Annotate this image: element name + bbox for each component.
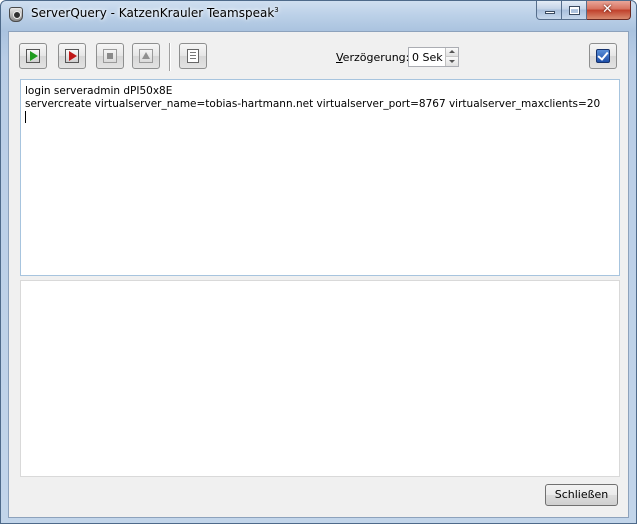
delay-value[interactable]: 0 Sek — [412, 51, 443, 64]
toolbar-separator — [169, 43, 171, 71]
eject-icon — [139, 49, 153, 63]
run-button[interactable] — [19, 43, 47, 69]
play-green-icon — [26, 49, 40, 63]
editor-line: login serveradmin dPI50x8E — [25, 85, 173, 97]
maximize-button[interactable] — [562, 1, 587, 20]
caption-buttons: ✕ — [536, 1, 631, 20]
close-button[interactable]: Schließen — [545, 484, 618, 506]
window-title-superscript: 3 — [274, 6, 279, 14]
spin-up-arrow-icon[interactable] — [445, 48, 458, 57]
delay-label-mnemonic: V — [336, 51, 343, 64]
confirm-button[interactable] — [589, 43, 617, 69]
play-red-icon — [65, 49, 79, 63]
log-button[interactable] — [179, 43, 207, 69]
output-panel[interactable] — [20, 280, 620, 477]
stop-button[interactable] — [96, 43, 124, 69]
text-caret — [25, 111, 26, 123]
minimize-icon — [545, 11, 555, 14]
client-area: Verzögerung: 0 Sek login serveradmin dPI… — [8, 31, 629, 518]
editor-caret-line — [25, 111, 615, 124]
command-editor[interactable]: login serveradmin dPI50x8E servercreate … — [20, 79, 620, 276]
run-step-button[interactable] — [58, 43, 86, 69]
close-window-button[interactable]: ✕ — [587, 1, 631, 20]
teamspeak-app-icon[interactable] — [9, 7, 23, 22]
window-title: ServerQuery - KatzenKrauler Teamspeak3 — [31, 6, 279, 20]
delay-label: Verzögerung: — [336, 51, 409, 64]
minimize-button[interactable] — [536, 1, 562, 20]
title-bar[interactable]: ServerQuery - KatzenKrauler Teamspeak3 ✕ — [1, 1, 636, 29]
delay-spinbox[interactable]: 0 Sek — [408, 47, 459, 67]
maximize-icon — [569, 6, 580, 15]
spin-down-arrow-icon[interactable] — [445, 57, 458, 66]
checkbox-icon — [596, 49, 610, 63]
close-icon: ✕ — [602, 2, 613, 17]
editor-line: servercreate virtualserver_name=tobias-h… — [25, 98, 601, 110]
window-title-text: ServerQuery - KatzenKrauler Teamspeak — [31, 6, 275, 20]
delay-label-rest: erzögerung: — [342, 51, 410, 64]
stop-icon — [103, 49, 117, 63]
eject-button[interactable] — [132, 43, 160, 69]
serverquery-window: ServerQuery - KatzenKrauler Teamspeak3 ✕… — [0, 0, 637, 524]
document-icon — [187, 49, 199, 63]
